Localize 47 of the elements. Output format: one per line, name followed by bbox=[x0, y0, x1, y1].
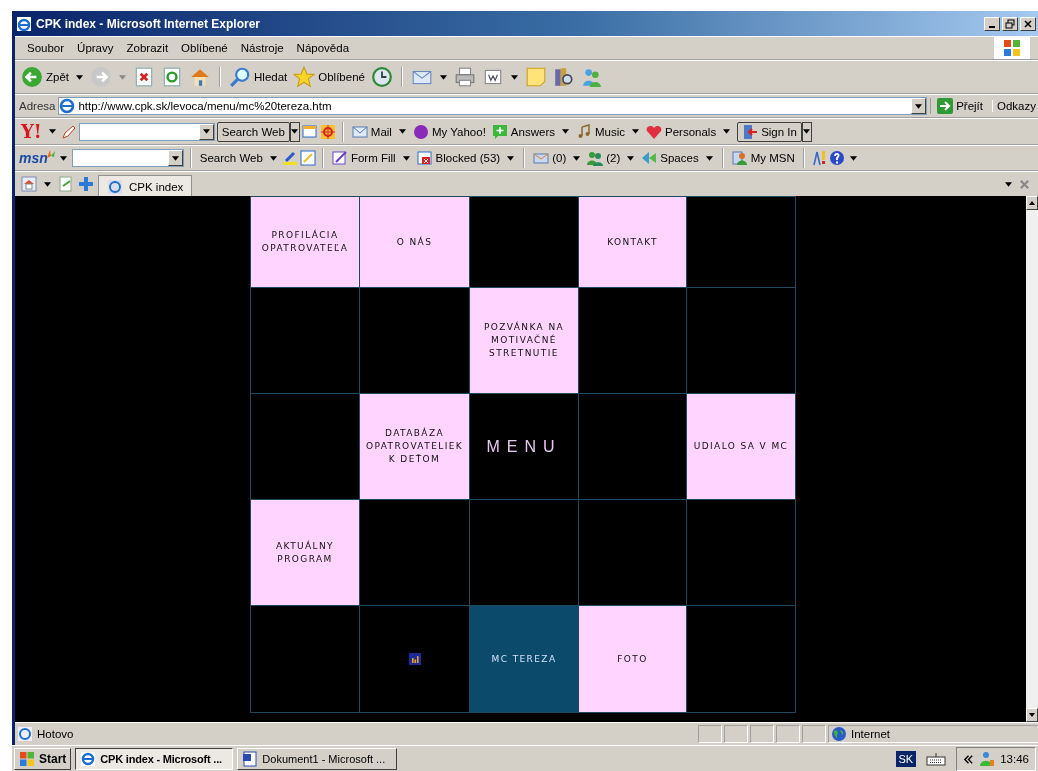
menu-item[interactable]: Nástroje bbox=[234, 40, 290, 56]
menu-tile[interactable]: DATABÁZA OPATROVATELIEK K DEŤOM bbox=[359, 393, 469, 499]
msn-logo[interactable]: msn bbox=[19, 151, 48, 165]
menu-item[interactable]: Oblíbené bbox=[175, 40, 234, 56]
toolbar-item[interactable]: Personals bbox=[644, 123, 719, 140]
language-indicator[interactable]: SK bbox=[895, 751, 917, 767]
menu-item[interactable]: Nápověda bbox=[290, 40, 356, 56]
status-text: Hotovo bbox=[17, 726, 74, 742]
toolbar-item[interactable]: Blocked (53) bbox=[414, 150, 503, 166]
menu-item[interactable]: Úpravy bbox=[71, 40, 120, 56]
toolbar-item[interactable]: My Yahoo! bbox=[410, 123, 488, 140]
address-label: Adresa bbox=[19, 100, 56, 112]
security-zone: Internet bbox=[828, 725, 1038, 743]
back-button[interactable]: Zpět bbox=[19, 65, 71, 89]
browser-tab[interactable]: CPK index bbox=[98, 175, 193, 197]
sign-in-button[interactable]: Sign In bbox=[737, 121, 802, 142]
menu-tile[interactable]: PROFILÁCIA OPATROVATEĽA bbox=[250, 196, 359, 287]
toolbar-item[interactable]: (2) bbox=[585, 150, 623, 166]
toolbar-item[interactable]: (0) bbox=[531, 150, 569, 166]
menu-tile[interactable]: KONTAKT bbox=[578, 196, 686, 287]
menu-item[interactable]: Soubor bbox=[21, 40, 71, 56]
go-button[interactable]: Přejít bbox=[930, 98, 989, 114]
search-web-button[interactable]: Search Web bbox=[197, 152, 265, 164]
menu-tile[interactable]: FOTO bbox=[578, 605, 686, 712]
my-msn-button[interactable]: My MSN bbox=[729, 150, 797, 166]
clock: 13:46 bbox=[1000, 753, 1029, 765]
toolbar-item[interactable]: Music bbox=[573, 123, 627, 140]
menu-tile[interactable]: AKTUÁLNY PROGRAM bbox=[250, 499, 359, 605]
toolbar-item[interactable]: Mail bbox=[349, 123, 394, 140]
search-web-button[interactable]: Search Web bbox=[216, 121, 290, 142]
menu-tile[interactable]: UDIALO SA V MC bbox=[686, 393, 795, 499]
menu-tile[interactable]: POZVÁNKA NA MOTIVAČNÉ STRETNUTIE bbox=[469, 287, 578, 393]
taskbar-button[interactable]: CPK index - Microsoft ... bbox=[75, 748, 234, 770]
favorites-button[interactable]: Oblíbené bbox=[291, 65, 367, 89]
menu-heading: MENU bbox=[486, 440, 562, 453]
toolbar-item[interactable]: Spaces bbox=[639, 150, 701, 166]
start-button[interactable]: Start bbox=[14, 748, 72, 770]
toolbar-item[interactable]: Answers bbox=[489, 123, 557, 140]
taskbar-button[interactable]: Dokument1 - Microsoft ... bbox=[237, 748, 398, 770]
window-title: CPK index - Microsoft Internet Explorer bbox=[36, 16, 261, 31]
menu-item[interactable]: Zobrazit bbox=[120, 40, 175, 56]
address-field[interactable]: http://www.cpk.sk/levoca/menu/mc%20tereza.htm bbox=[58, 97, 928, 115]
current-tile[interactable]: MC TEREZA bbox=[469, 605, 578, 712]
menu-tile[interactable]: O NÁS bbox=[359, 196, 469, 287]
links-button[interactable]: Odkazy bbox=[992, 100, 1038, 112]
toolbar-item[interactable]: Form Fill bbox=[329, 150, 398, 166]
search-button[interactable]: Hledat bbox=[227, 65, 290, 89]
